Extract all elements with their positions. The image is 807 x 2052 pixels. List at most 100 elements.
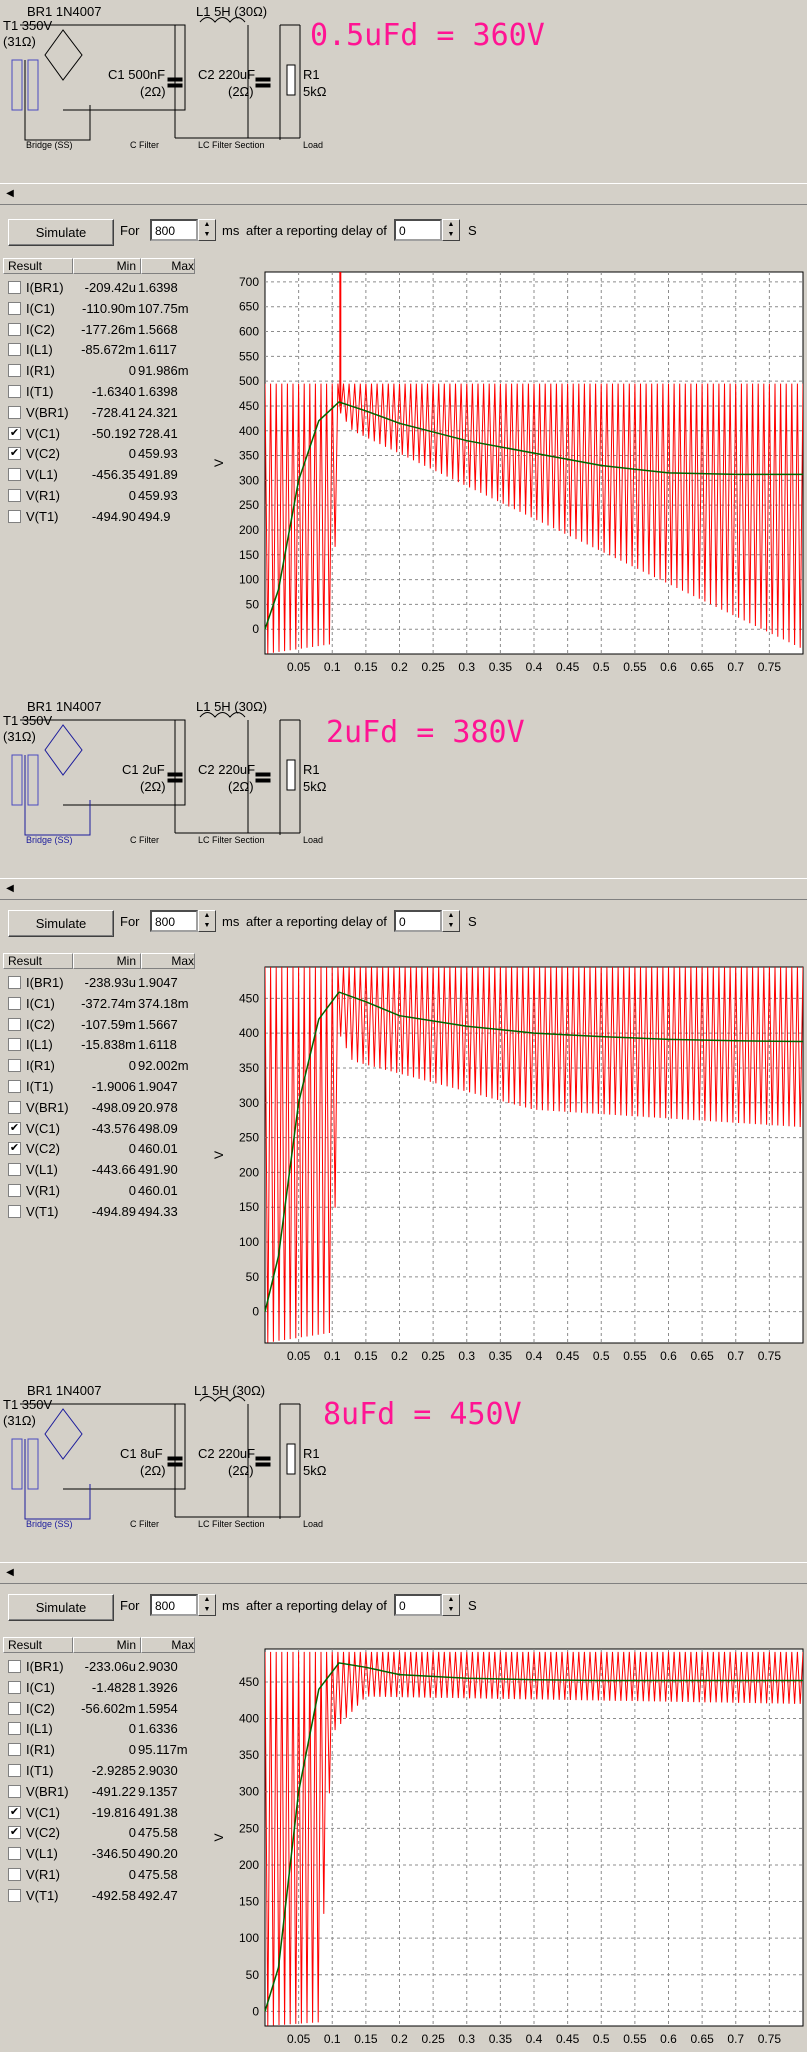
result-row[interactable]: I(C2) -56.602m 1.5954	[8, 1699, 195, 1719]
result-checkbox[interactable]	[8, 1743, 21, 1757]
result-row[interactable]: I(C2) -107.59m 1.5667	[8, 1015, 195, 1035]
duration-input[interactable]: 800	[150, 1594, 198, 1616]
result-checkbox[interactable]	[8, 1847, 21, 1861]
result-row[interactable]: V(R1) 0 459.93	[8, 486, 195, 506]
duration-spinner[interactable]: ▲ ▼	[198, 219, 216, 241]
result-checkbox[interactable]	[8, 322, 21, 336]
result-row[interactable]: V(T1) -492.58 492.47	[8, 1886, 195, 1906]
result-row[interactable]: V(BR1) -498.09 20.978	[8, 1098, 195, 1118]
result-checkbox[interactable]	[8, 281, 21, 294]
result-row[interactable]: V(BR1) -491.22 9.1357	[8, 1782, 195, 1802]
result-checkbox[interactable]	[8, 1701, 21, 1715]
result-row[interactable]: ✔ V(C2) 0 460.01	[8, 1139, 195, 1159]
result-row[interactable]: I(T1) -2.9285 2.9030	[8, 1761, 195, 1781]
result-checkbox[interactable]	[8, 976, 21, 989]
scroll-left-icon[interactable]: ◀	[3, 1566, 17, 1580]
result-checkbox[interactable]	[8, 468, 21, 482]
result-row[interactable]: I(BR1) -238.93u 1.9047	[8, 973, 195, 993]
result-checkbox[interactable]	[8, 343, 21, 357]
result-checkbox[interactable]	[8, 996, 21, 1010]
result-row[interactable]: V(T1) -494.90 494.9	[8, 507, 195, 527]
result-checkbox[interactable]	[8, 364, 21, 378]
col-min[interactable]: Min	[73, 953, 141, 969]
result-row[interactable]: V(L1) -443.66 491.90	[8, 1160, 195, 1180]
scroll-left-icon[interactable]: ◀	[3, 187, 17, 201]
col-max[interactable]: Max	[141, 1637, 195, 1653]
result-checkbox[interactable]	[8, 509, 21, 523]
delay-input[interactable]: 0	[394, 219, 442, 241]
result-row[interactable]: V(R1) 0 460.01	[8, 1181, 195, 1201]
delay-spinner[interactable]: ▲ ▼	[442, 1594, 460, 1616]
results-scrollbar[interactable]	[0, 2033, 195, 2049]
scroll-left-icon[interactable]: ◀	[3, 882, 17, 896]
result-row[interactable]: I(BR1) -233.06u 2.9030	[8, 1657, 195, 1677]
result-checkbox[interactable]	[8, 1100, 21, 1114]
col-min[interactable]: Min	[73, 258, 141, 274]
result-checkbox[interactable]	[8, 1204, 21, 1218]
delay-input[interactable]: 0	[394, 910, 442, 932]
result-row[interactable]: I(BR1) -209.42u 1.6398	[8, 278, 195, 298]
result-row[interactable]: V(R1) 0 475.58	[8, 1865, 195, 1885]
delay-spinner[interactable]: ▲ ▼	[442, 219, 460, 241]
col-max[interactable]: Max	[141, 953, 195, 969]
simulate-button[interactable]: Simulate	[8, 910, 114, 937]
result-row[interactable]: I(T1) -1.6340 1.6398	[8, 382, 195, 402]
result-row[interactable]: I(L1) -15.838m 1.6118	[8, 1035, 195, 1055]
result-row[interactable]: V(L1) -456.35 491.89	[8, 465, 195, 485]
col-result[interactable]: Result	[3, 258, 73, 274]
schematic-scrollbar[interactable]: ◀	[0, 183, 807, 205]
result-checkbox[interactable]	[8, 405, 21, 419]
result-row[interactable]: I(R1) 0 91.986m	[8, 361, 195, 381]
result-row[interactable]: V(BR1) -728.41 24.321	[8, 403, 195, 423]
result-row[interactable]: ✔ V(C2) 0 475.58	[8, 1823, 195, 1843]
result-checkbox[interactable]: ✔	[8, 1805, 21, 1819]
result-row[interactable]: I(C1) -1.4828 1.3926	[8, 1678, 195, 1698]
simulate-button[interactable]: Simulate	[8, 219, 114, 246]
result-checkbox[interactable]: ✔	[8, 1121, 21, 1135]
result-row[interactable]: I(L1) -85.672m 1.6117	[8, 340, 195, 360]
result-checkbox[interactable]	[8, 1038, 21, 1052]
result-row[interactable]: ✔ V(C1) -43.576 498.09	[8, 1119, 195, 1139]
result-row[interactable]: I(C1) -110.90m 107.75m	[8, 299, 195, 319]
delay-input[interactable]: 0	[394, 1594, 442, 1616]
result-checkbox[interactable]	[8, 385, 21, 398]
col-result[interactable]: Result	[3, 953, 73, 969]
result-checkbox[interactable]	[8, 1764, 21, 1777]
result-row[interactable]: ✔ V(C1) -50.192 728.41	[8, 424, 195, 444]
result-checkbox[interactable]	[8, 1017, 21, 1031]
duration-input[interactable]: 800	[150, 219, 198, 241]
simulate-button[interactable]: Simulate	[8, 1594, 114, 1621]
result-row[interactable]: I(L1) 0 1.6336	[8, 1719, 195, 1739]
result-checkbox[interactable]	[8, 1163, 21, 1177]
result-checkbox[interactable]	[8, 1184, 21, 1197]
result-checkbox[interactable]	[8, 301, 21, 315]
duration-input[interactable]: 800	[150, 910, 198, 932]
result-checkbox[interactable]: ✔	[8, 1826, 21, 1840]
result-checkbox[interactable]	[8, 1722, 21, 1736]
result-row[interactable]: V(T1) -494.89 494.33	[8, 1202, 195, 1222]
schematic-scrollbar[interactable]: ◀	[0, 878, 807, 900]
results-scrollbar[interactable]	[0, 660, 195, 676]
result-checkbox[interactable]	[8, 1784, 21, 1798]
result-row[interactable]: I(R1) 0 92.002m	[8, 1056, 195, 1076]
result-checkbox[interactable]	[8, 1080, 21, 1093]
result-checkbox[interactable]	[8, 1868, 21, 1881]
result-row[interactable]: I(R1) 0 95.117m	[8, 1740, 195, 1760]
result-checkbox[interactable]: ✔	[8, 447, 21, 461]
result-checkbox[interactable]	[8, 1660, 21, 1673]
delay-spinner[interactable]: ▲ ▼	[442, 910, 460, 932]
result-row[interactable]: ✔ V(C1) -19.816 491.38	[8, 1803, 195, 1823]
schematic-scrollbar[interactable]: ◀	[0, 1562, 807, 1584]
result-checkbox[interactable]	[8, 489, 21, 502]
result-checkbox[interactable]	[8, 1680, 21, 1694]
result-row[interactable]: ✔ V(C2) 0 459.93	[8, 444, 195, 464]
result-row[interactable]: I(C2) -177.26m 1.5668	[8, 320, 195, 340]
result-checkbox[interactable]: ✔	[8, 426, 21, 440]
col-max[interactable]: Max	[141, 258, 195, 274]
result-row[interactable]: I(T1) -1.9006 1.9047	[8, 1077, 195, 1097]
duration-spinner[interactable]: ▲ ▼	[198, 1594, 216, 1616]
result-checkbox[interactable]	[8, 1888, 21, 1902]
col-result[interactable]: Result	[3, 1637, 73, 1653]
result-checkbox[interactable]: ✔	[8, 1142, 21, 1156]
col-min[interactable]: Min	[73, 1637, 141, 1653]
